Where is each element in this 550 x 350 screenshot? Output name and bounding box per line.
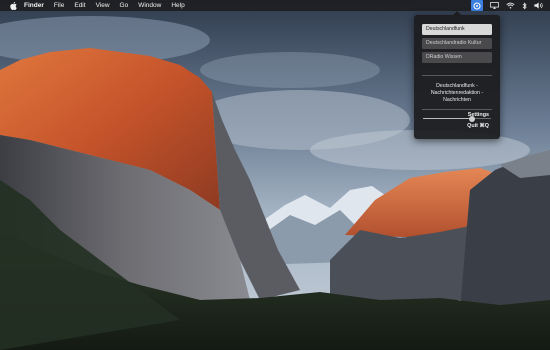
- quit-menu-item[interactable]: Quit ⌘Q: [467, 123, 489, 130]
- apple-menu-icon[interactable]: [8, 1, 18, 10]
- now-playing-line-1: Deutschlandfunk -: [436, 83, 478, 89]
- radio-status-icon[interactable]: [471, 0, 483, 11]
- display-mirroring-icon[interactable]: [490, 0, 499, 11]
- menu-window[interactable]: Window: [138, 0, 161, 11]
- volume-slider-fill: [423, 118, 472, 120]
- radio-popover: Deutschlandfunk Deutschlandradio Kultur …: [414, 11, 500, 139]
- bluetooth-icon[interactable]: [522, 0, 527, 11]
- menu-finder[interactable]: Finder: [24, 0, 44, 11]
- menu-bar: Finder File Edit View Go Window Help: [0, 0, 550, 11]
- station-deutschlandradio-kultur-button[interactable]: Deutschlandradio Kultur: [422, 38, 492, 49]
- menu-edit[interactable]: Edit: [74, 0, 85, 11]
- volume-icon[interactable]: [534, 0, 544, 11]
- menu-go[interactable]: Go: [120, 0, 129, 11]
- menu-view[interactable]: View: [96, 0, 110, 11]
- now-playing-text: Deutschlandfunk - Nachrichtenredaktion -…: [420, 83, 494, 104]
- now-playing-line-3: Nachrichten: [443, 97, 471, 103]
- menu-help[interactable]: Help: [171, 0, 184, 11]
- status-area: [471, 0, 544, 11]
- station-dradio-wissen-button[interactable]: DRadio Wissen: [422, 52, 492, 63]
- separator: [422, 109, 492, 110]
- separator: [422, 75, 492, 76]
- settings-menu-item[interactable]: Settings: [468, 112, 489, 119]
- menu-file[interactable]: File: [54, 0, 64, 11]
- wifi-icon[interactable]: [506, 0, 515, 11]
- station-deutschlandfunk-button[interactable]: Deutschlandfunk: [422, 24, 492, 35]
- now-playing-line-2: Nachrichtenredaktion -: [430, 90, 484, 96]
